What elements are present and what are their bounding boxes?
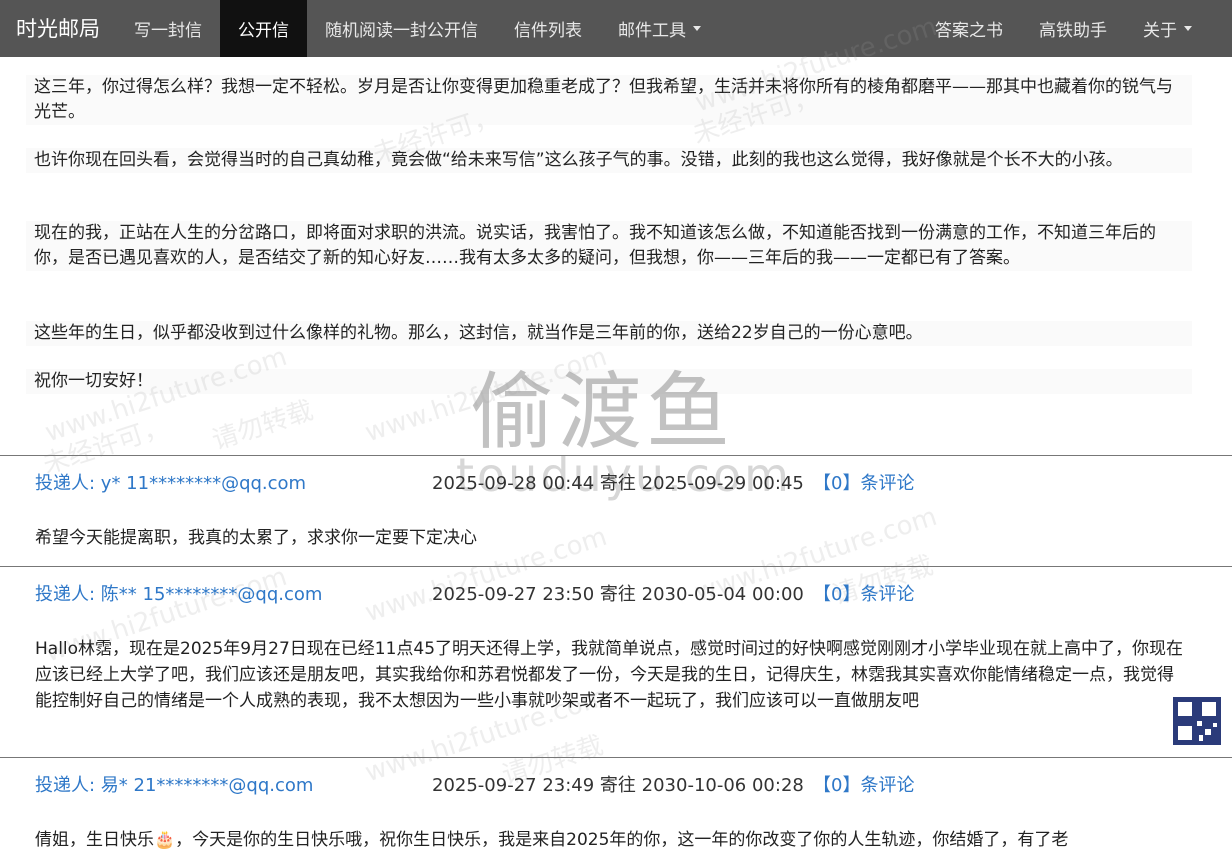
nav-mail-tools[interactable]: 邮件工具	[600, 0, 719, 57]
watermark-site: www.hi2future.com	[361, 341, 611, 449]
caret-down-icon	[693, 26, 701, 31]
entry-time: 2025-09-28 00:44 寄往 2025-09-29 00:45	[432, 473, 804, 494]
nav-rail-assistant[interactable]: 高铁助手	[1021, 0, 1125, 57]
entry-sender-link[interactable]: 投递人: 陈** 15********@qq.com	[35, 580, 322, 606]
brand-logo[interactable]: 时光邮局	[0, 0, 116, 57]
nav-about-label: 关于	[1143, 21, 1177, 41]
nav-mail-tools-label: 邮件工具	[618, 21, 686, 41]
watermark-logo-text: 偷渡鱼	[470, 363, 735, 461]
nav-write-letter[interactable]: 写一封信	[116, 0, 220, 57]
watermark-site: www.hi2future.com	[41, 341, 291, 449]
nav-about[interactable]: 关于	[1125, 0, 1210, 57]
nav-random-letter[interactable]: 随机阅读一封公开信	[307, 0, 496, 57]
entry-comments-link[interactable]: 【0】条评论	[813, 771, 914, 797]
entry-time: 2025-09-27 23:50 寄往 2030-05-04 00:00	[432, 584, 804, 605]
entry-message: 希望今天能提离职，我真的太累了，求求你一定要下定决心	[35, 528, 477, 548]
letter-paragraph: 这些年的生日，似乎都没收到过什么像样的礼物。那么，这封信，就当作是三年前的你，送…	[26, 321, 1192, 346]
nav-letter-list[interactable]: 信件列表	[496, 0, 600, 57]
letter-paragraph: 这三年，你过得怎么样？我想一定不轻松。岁月是否让你变得更加稳重老成了？但我希望，…	[26, 75, 1192, 125]
entry-meta: 投递人: y* 11********@qq.com 2025-09-28 00:…	[35, 469, 1195, 495]
watermark-notice: 请勿转载	[208, 395, 317, 457]
entry-meta: 投递人: 易* 21********@qq.com 2025-09-27 23:…	[35, 771, 1195, 797]
letter-paragraph: 也许你现在回头看，会觉得当时的自己真幼稚，竟会做“给未来写信”这么孩子气的事。没…	[26, 148, 1192, 173]
top-navbar: 时光邮局 写一封信 公开信 随机阅读一封公开信 信件列表 邮件工具 答案之书 高…	[0, 0, 1232, 57]
entry-divider	[0, 566, 1232, 567]
entry-message: Hallo林霑，现在是2025年9月27日现在已经11点45了明天还得上学，我就…	[35, 639, 1184, 711]
entry-sender-link[interactable]: 投递人: 易* 21********@qq.com	[35, 771, 313, 797]
nav-right-group: 答案之书 高铁助手 关于	[917, 0, 1210, 57]
qr-code-icon[interactable]	[1173, 697, 1221, 745]
entry-comments-link[interactable]: 【0】条评论	[813, 469, 914, 495]
letter-paragraph: 现在的我，正站在人生的分岔路口，即将面对求职的洪流。说实话，我害怕了。我不知道该…	[26, 221, 1192, 271]
nav-book-of-answers[interactable]: 答案之书	[917, 0, 1021, 57]
entry-meta: 投递人: 陈** 15********@qq.com 2025-09-27 23…	[35, 580, 1195, 606]
entry-message: 倩姐，生日快乐🎂，今天是你的生日快乐哦，祝你生日快乐，我是来自2025年的你，这…	[35, 830, 1069, 850]
entry-time: 2025-09-27 23:49 寄往 2030-10-06 00:28	[432, 775, 804, 796]
letter-paragraph: 祝你一切安好！	[26, 369, 1192, 394]
nav-public-letters[interactable]: 公开信	[220, 0, 307, 57]
entry-divider	[0, 455, 1232, 456]
entry-sender-link[interactable]: 投递人: y* 11********@qq.com	[35, 469, 306, 495]
entry-divider	[0, 757, 1232, 758]
caret-down-icon	[1184, 26, 1192, 31]
entry-comments-link[interactable]: 【0】条评论	[813, 580, 914, 606]
